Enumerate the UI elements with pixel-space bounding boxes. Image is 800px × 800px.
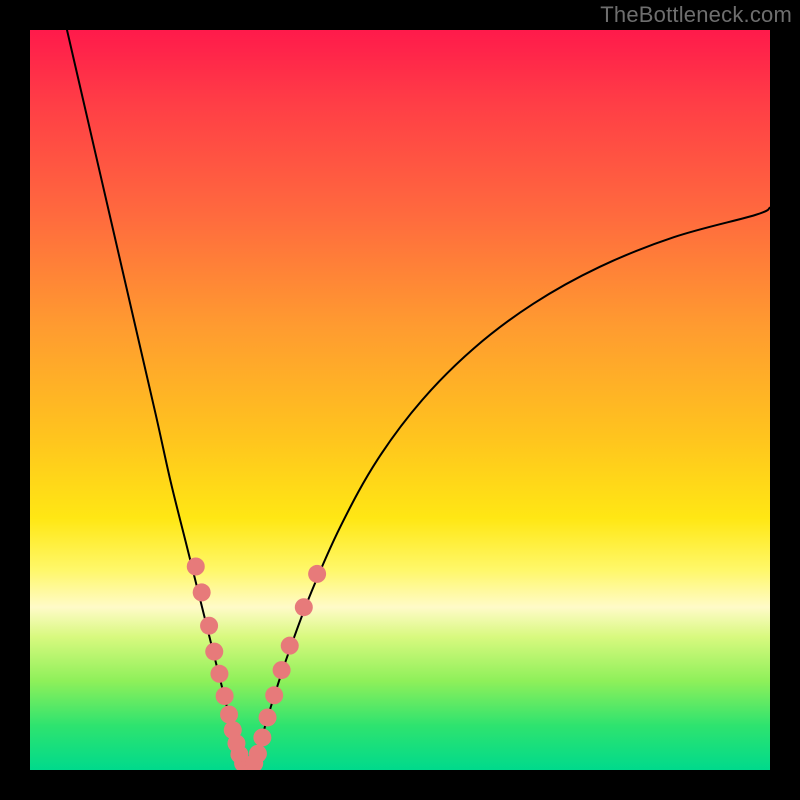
marker-dot — [249, 745, 267, 763]
watermark-text: TheBottleneck.com — [600, 2, 792, 28]
marker-dot — [308, 565, 326, 583]
curve-right-curve — [253, 208, 770, 767]
marker-dot — [216, 687, 234, 705]
marker-dot — [220, 706, 238, 724]
outer-frame: TheBottleneck.com — [0, 0, 800, 800]
plot-area — [30, 30, 770, 770]
marker-dot — [210, 665, 228, 683]
chart-svg — [30, 30, 770, 770]
marker-dots — [187, 558, 326, 771]
curve-lines — [67, 30, 770, 766]
marker-dot — [205, 643, 223, 661]
marker-dot — [273, 661, 291, 679]
marker-dot — [295, 598, 313, 616]
marker-dot — [265, 686, 283, 704]
marker-dot — [259, 708, 277, 726]
marker-dot — [200, 617, 218, 635]
marker-dot — [281, 637, 299, 655]
marker-dot — [193, 583, 211, 601]
marker-dot — [253, 728, 271, 746]
marker-dot — [187, 558, 205, 576]
